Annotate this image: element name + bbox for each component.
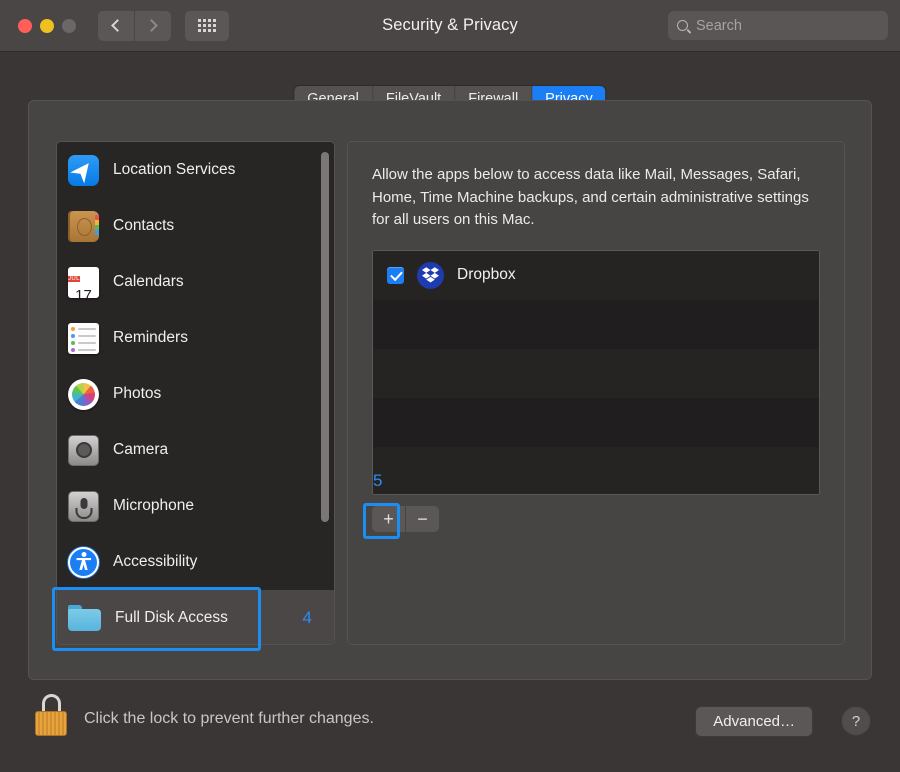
sidebar-item-calendars[interactable]: JUL 17 Calendars (57, 254, 334, 310)
sidebar-item-contacts[interactable]: Contacts (57, 198, 334, 254)
scrollbar-thumb[interactable] (321, 152, 329, 522)
privacy-panel: Location Services Contacts JUL 17 Calend… (28, 100, 872, 680)
search-icon (677, 20, 688, 31)
app-enabled-checkbox[interactable] (387, 266, 404, 284)
add-app-button[interactable]: + (372, 505, 405, 532)
sidebar-item-accessibility[interactable]: Accessibility (57, 534, 334, 590)
sidebar-item-photos[interactable]: Photos (57, 366, 334, 422)
dropbox-icon (417, 261, 444, 289)
app-list-row-dropbox[interactable]: Dropbox (373, 250, 819, 300)
sidebar-item-full-disk-access[interactable]: Full Disk Access 4 (57, 590, 334, 644)
sidebar-item-reminders[interactable]: Reminders (57, 310, 334, 366)
calendar-icon: JUL 17 (68, 266, 99, 298)
app-list-empty-row (373, 397, 819, 447)
padlock-body (35, 711, 67, 736)
remove-app-button[interactable]: − (406, 505, 439, 532)
sidebar-item-microphone[interactable]: Microphone (57, 478, 334, 534)
annotation-number-5: 5 (373, 471, 383, 490)
contacts-icon (68, 210, 99, 242)
app-list-empty-row (373, 299, 819, 349)
unlocked-padlock-icon[interactable] (31, 694, 71, 738)
full-disk-access-content: Allow the apps below to access data like… (347, 141, 845, 645)
sidebar-item-label: Reminders (113, 329, 188, 346)
list-action-buttons: + − (372, 505, 820, 532)
search-placeholder: Search (696, 17, 742, 34)
help-button[interactable]: ? (842, 707, 870, 735)
sidebar-item-camera[interactable]: Camera (57, 422, 334, 478)
app-list-empty-row (373, 348, 819, 398)
sidebar-item-label: Photos (113, 385, 162, 402)
annotation-number-4: 4 (302, 608, 312, 627)
app-list-empty-row (373, 446, 819, 494)
description-text: Allow the apps below to access data like… (372, 166, 809, 228)
sidebar-item-label: Camera (113, 441, 169, 458)
sidebar-item-label: Microphone (113, 497, 194, 514)
camera-icon (68, 434, 99, 466)
reminders-icon (68, 322, 99, 354)
window-footer: Click the lock to prevent further change… (0, 680, 900, 772)
window-title-bar: Security & Privacy Search (0, 0, 900, 52)
sidebar-item-label: Location Services (113, 161, 236, 178)
microphone-icon (68, 490, 99, 522)
app-name: Dropbox (457, 266, 516, 283)
sidebar-item-label: Full Disk Access (115, 609, 228, 626)
sidebar-scrollbar[interactable] (320, 146, 331, 642)
sidebar-item-label: Accessibility (113, 553, 198, 570)
location-services-icon (68, 154, 99, 186)
calendar-day: 17 (75, 286, 92, 298)
accessibility-icon (68, 546, 99, 578)
sidebar-item-label: Contacts (113, 217, 175, 234)
privacy-category-list[interactable]: Location Services Contacts JUL 17 Calend… (56, 141, 335, 645)
advanced-button[interactable]: Advanced… (696, 707, 812, 736)
calendar-month: JUL (68, 275, 80, 282)
sidebar-item-label: Calendars (113, 273, 184, 290)
allowed-apps-list[interactable]: Dropbox (372, 249, 820, 495)
photos-icon (68, 378, 99, 410)
search-field[interactable]: Search (668, 11, 888, 40)
folder-icon (68, 605, 101, 631)
sidebar-item-location-services[interactable]: Location Services (57, 142, 334, 198)
lock-status-text: Click the lock to prevent further change… (84, 710, 374, 727)
